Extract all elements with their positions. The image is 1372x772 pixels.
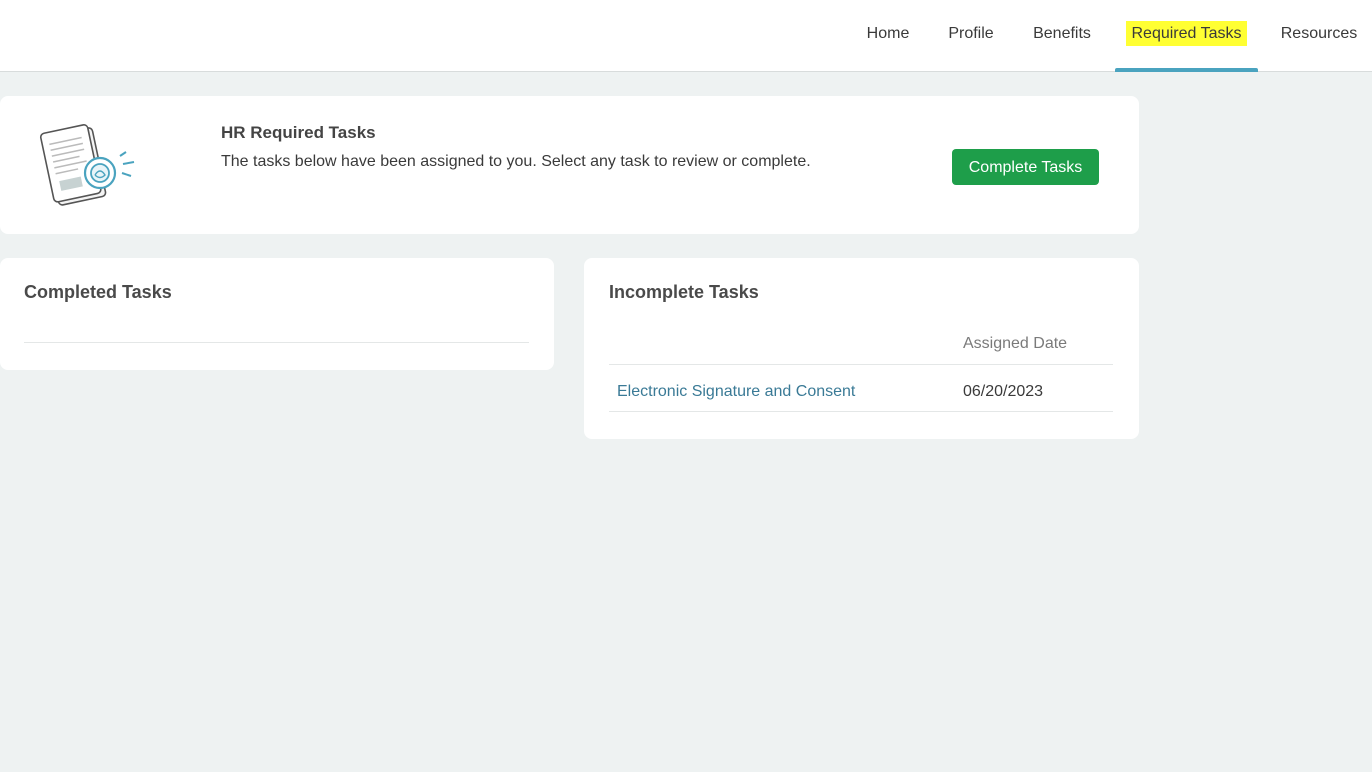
nav-item-resources[interactable]: Resources — [1272, 0, 1366, 71]
incomplete-tasks-title: Incomplete Tasks — [609, 282, 759, 302]
divider — [609, 411, 1113, 412]
assigned-date-column-header: Assigned Date — [963, 335, 1068, 352]
nav-item-label: Required Tasks — [1125, 21, 1248, 46]
task-link-electronic-signature[interactable]: Electronic Signature and Consent — [617, 383, 855, 401]
page-title: HR Required Tasks — [221, 123, 376, 142]
document-signature-icon — [39, 124, 135, 206]
nav-item-home[interactable]: Home — [860, 0, 916, 71]
completed-tasks-card — [0, 258, 554, 370]
divider — [609, 364, 1113, 365]
nav-item-benefits[interactable]: Benefits — [1025, 0, 1099, 71]
nav-item-profile[interactable]: Profile — [941, 0, 1001, 71]
top-navigation-bar: Home Profile Benefits Required Tasks Res… — [0, 0, 1372, 72]
page-description: The tasks below have been assigned to yo… — [221, 153, 811, 170]
nav-item-required-tasks[interactable]: Required Tasks — [1115, 0, 1258, 72]
nav-item-label: Resources — [1280, 25, 1358, 42]
divider — [24, 342, 529, 343]
nav-item-label: Profile — [948, 25, 994, 42]
nav-item-label: Benefits — [1033, 25, 1091, 42]
complete-tasks-button[interactable]: Complete Tasks — [952, 149, 1099, 185]
completed-tasks-title: Completed Tasks — [24, 282, 172, 302]
task-assigned-date: 06/20/2023 — [963, 383, 1044, 400]
nav-item-label: Home — [866, 25, 910, 42]
